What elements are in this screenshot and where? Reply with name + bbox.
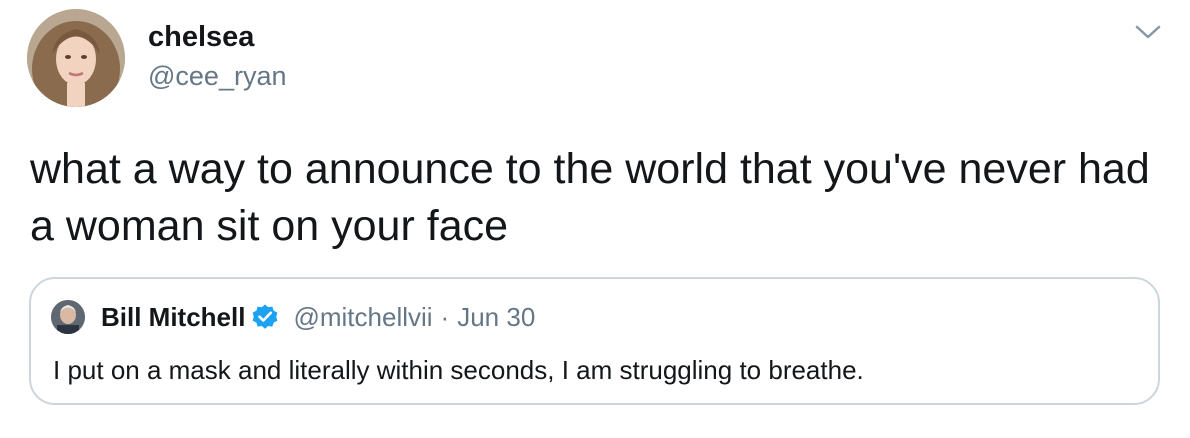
quoted-tweet-header: Bill Mitchell @mitchellvii · Jun 30 (101, 299, 535, 335)
quoted-avatar-image (51, 300, 85, 334)
avatar-image (27, 9, 125, 107)
verified-badge-icon (251, 303, 279, 331)
author-avatar[interactable] (27, 9, 125, 107)
quoted-tweet-date[interactable]: Jun 30 (457, 302, 535, 333)
tweet-text: what a way to announce to the world that… (30, 145, 1150, 250)
chevron-down-icon[interactable] (1133, 21, 1163, 43)
quoted-tweet-text: I put on a mask and literally within sec… (53, 355, 864, 385)
tweet: chelsea @cee_ryan what a way to announce… (0, 0, 1190, 438)
separator-dot: · (440, 301, 450, 332)
author-name[interactable]: chelsea (148, 20, 254, 54)
quoted-author-avatar[interactable] (51, 300, 85, 334)
quoted-author-name[interactable]: Bill Mitchell (101, 302, 245, 333)
author-handle[interactable]: @cee_ryan (148, 60, 286, 92)
quoted-author-handle[interactable]: @mitchellvii (293, 302, 432, 333)
quoted-tweet-card[interactable]: Bill Mitchell @mitchellvii · Jun 30 I pu… (29, 277, 1160, 405)
